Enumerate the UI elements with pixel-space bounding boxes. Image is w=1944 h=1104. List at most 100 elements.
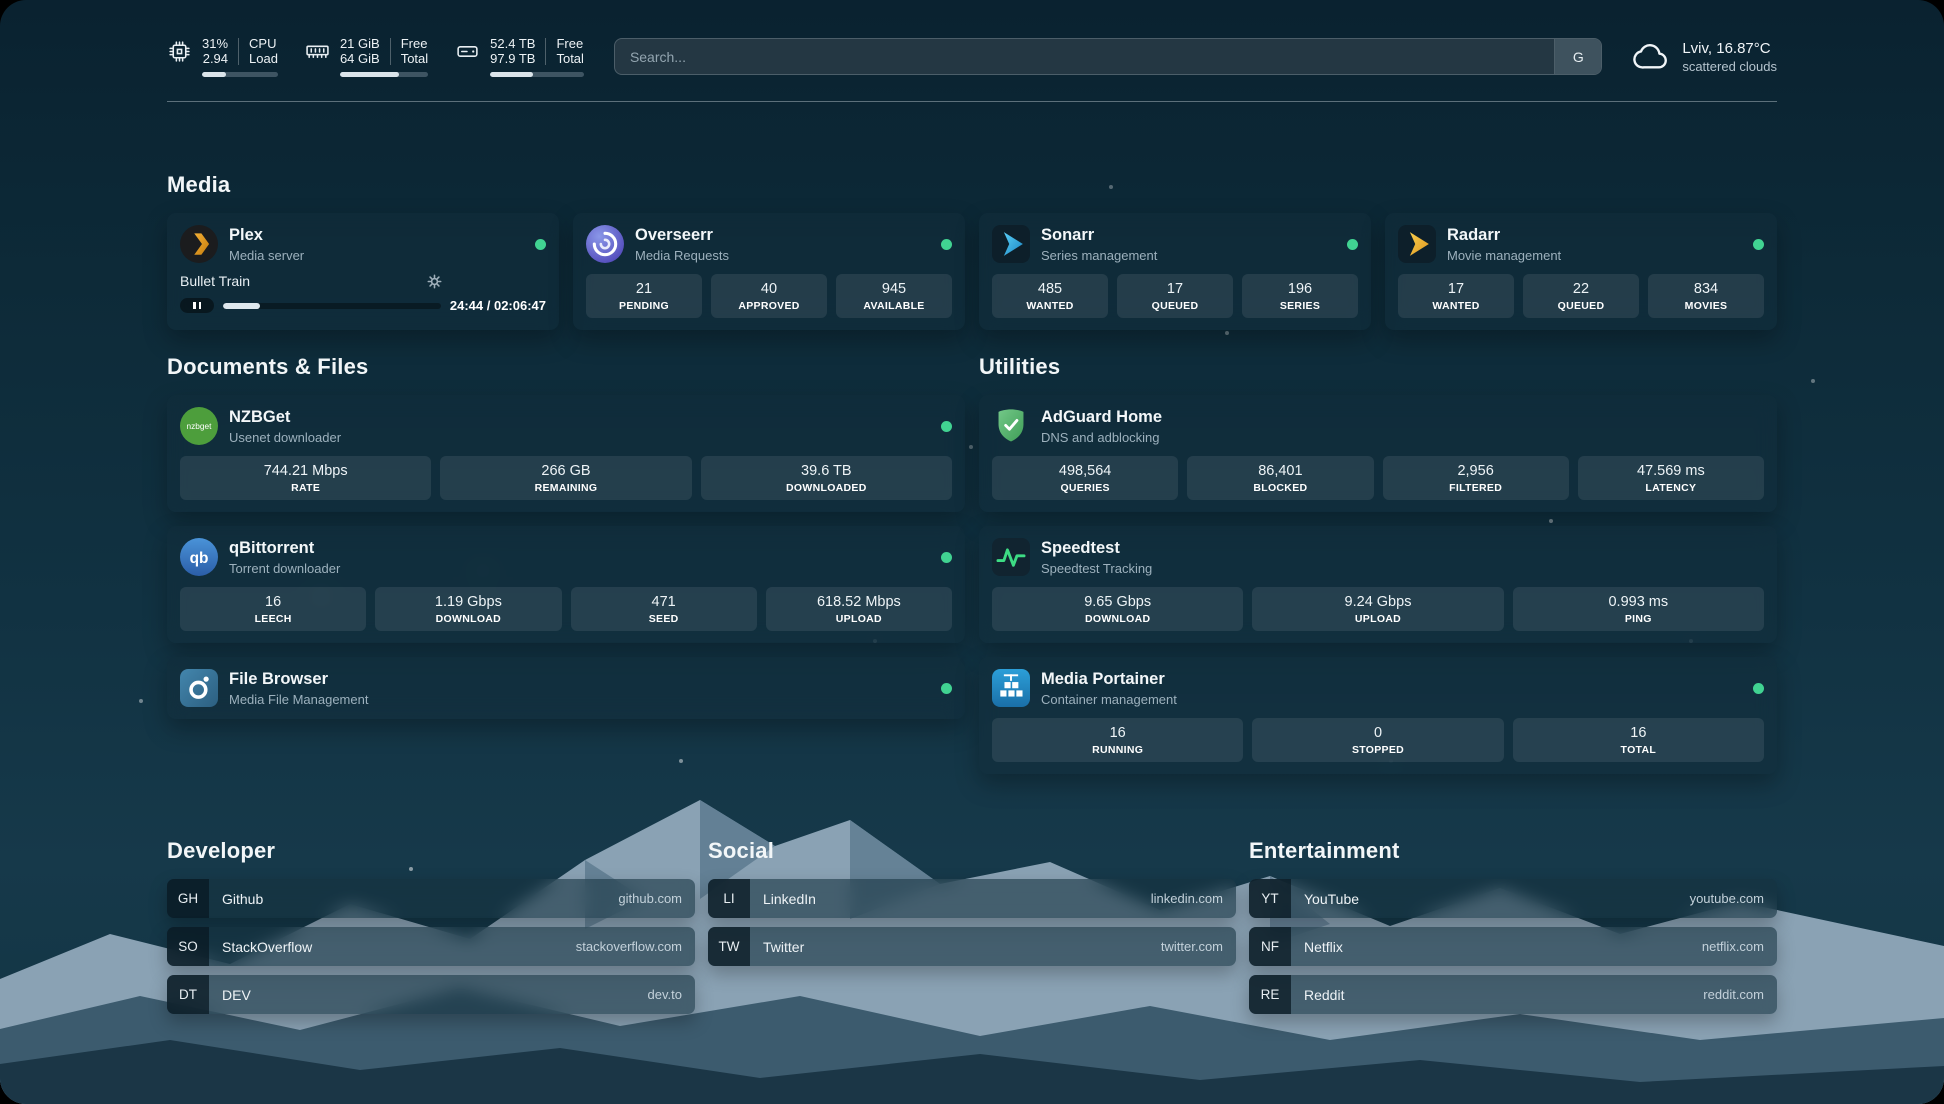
service-description: Media File Management: [229, 692, 368, 707]
top-bar: 31% 2.94 CPU Load: [167, 36, 1777, 77]
bookmark-url: netflix.com: [1689, 927, 1777, 966]
bookmark-twitter[interactable]: TW Twitter twitter.com: [708, 927, 1236, 966]
documents-section: Documents & Files nzbget: [167, 354, 965, 774]
sonarr-icon: [992, 225, 1030, 263]
stat-ping: 0.993 ms PING: [1513, 587, 1764, 631]
status-dot: [1347, 239, 1358, 250]
header-divider: [167, 101, 1777, 102]
overseerr-icon: [586, 225, 624, 263]
bookmark-abbr: NF: [1249, 927, 1291, 966]
stat-remaining: 266 GB REMAINING: [440, 456, 691, 500]
bookmark-group-social: Social LI LinkedIn linkedin.com TW Twitt…: [708, 838, 1236, 1014]
bookmark-dev[interactable]: DT DEV dev.to: [167, 975, 695, 1014]
bookmark-abbr: TW: [708, 927, 750, 966]
service-description: Usenet downloader: [229, 430, 341, 445]
stat-download: 1.19 Gbps DOWNLOAD: [375, 587, 561, 631]
bookmarks-section: Developer GH Github github.com SO StackO…: [167, 838, 1777, 1014]
service-description: Torrent downloader: [229, 561, 340, 576]
status-dot: [1753, 683, 1764, 694]
stat-upload: 9.24 Gbps UPLOAD: [1252, 587, 1503, 631]
bookmark-url: reddit.com: [1690, 975, 1777, 1014]
bookmark-stackoverflow[interactable]: SO StackOverflow stackoverflow.com: [167, 927, 695, 966]
filebrowser-icon: [180, 669, 218, 707]
disk-label-1: Free: [556, 36, 583, 51]
bookmark-url: dev.to: [635, 975, 695, 1014]
bookmark-url: youtube.com: [1677, 879, 1777, 918]
search-provider-button[interactable]: G: [1554, 39, 1601, 74]
stat-queued: 17 QUEUED: [1117, 274, 1233, 318]
stat-latency: 47.569 ms LATENCY: [1578, 456, 1764, 500]
stat-queued: 22 QUEUED: [1523, 274, 1639, 318]
stat-rate: 744.21 Mbps RATE: [180, 456, 431, 500]
stat-series: 196 SERIES: [1242, 274, 1358, 318]
service-description: Movie management: [1447, 248, 1561, 263]
section-title-utilities: Utilities: [979, 354, 1777, 380]
cloud-icon: [1632, 38, 1670, 76]
status-dot: [1753, 239, 1764, 250]
service-name: NZBGet: [229, 408, 341, 427]
plex-now-playing: Bullet Train: [180, 273, 546, 313]
qbittorrent-icon: qb: [180, 538, 218, 576]
disk-progress-bar: [490, 72, 584, 77]
service-card-speedtest[interactable]: Speedtest Speedtest Tracking 9.65 Gbps D…: [979, 526, 1777, 643]
disk-label-2: Total: [556, 51, 583, 66]
memory-free: 21 GiB: [340, 36, 380, 51]
bookmark-linkedin[interactable]: LI LinkedIn linkedin.com: [708, 879, 1236, 918]
status-dot: [535, 239, 546, 250]
cpu-icon: [167, 39, 192, 64]
weather-location: Lviv, 16.87°C: [1682, 40, 1777, 57]
portainer-icon: [992, 669, 1030, 707]
bookmark-github[interactable]: GH Github github.com: [167, 879, 695, 918]
cpu-percent: 31%: [202, 36, 228, 51]
bookmark-url: github.com: [605, 879, 695, 918]
bookmark-abbr: DT: [167, 975, 209, 1014]
service-card-filebrowser[interactable]: File Browser Media File Management: [167, 657, 965, 719]
service-card-plex[interactable]: Plex Media server Bullet Train: [167, 213, 559, 330]
search-input[interactable]: [615, 39, 1554, 74]
service-description: Media Requests: [635, 248, 729, 263]
bookmark-abbr: SO: [167, 927, 209, 966]
service-description: DNS and adblocking: [1041, 430, 1162, 445]
status-dot: [941, 552, 952, 563]
bookmark-name: DEV: [209, 975, 635, 1014]
stat-filtered: 2,956 FILTERED: [1383, 456, 1569, 500]
bookmark-name: YouTube: [1291, 879, 1677, 918]
service-card-radarr[interactable]: Radarr Movie management 17 WANTED 22 QUE…: [1385, 213, 1777, 330]
bookmark-reddit[interactable]: RE Reddit reddit.com: [1249, 975, 1777, 1014]
service-card-overseerr[interactable]: Overseerr Media Requests 21 PENDING 40 A…: [573, 213, 965, 330]
stat-running: 16 RUNNING: [992, 718, 1243, 762]
memory-total: 64 GiB: [340, 51, 380, 66]
stat-approved: 40 APPROVED: [711, 274, 827, 318]
cpu-label-1: CPU: [249, 36, 278, 51]
cpu-label-2: Load: [249, 51, 278, 66]
radarr-icon: [1398, 225, 1436, 263]
service-name: Overseerr: [635, 226, 729, 245]
bookmark-name: Netflix: [1291, 927, 1689, 966]
bookmark-youtube[interactable]: YT YouTube youtube.com: [1249, 879, 1777, 918]
service-description: Container management: [1041, 692, 1177, 707]
section-title-entertainment: Entertainment: [1249, 838, 1777, 864]
service-card-sonarr[interactable]: Sonarr Series management 485 WANTED 17 Q…: [979, 213, 1371, 330]
gear-icon[interactable]: [427, 274, 442, 289]
service-card-qbittorrent[interactable]: qb qBittorrent Torrent downloader: [167, 526, 965, 643]
bookmark-url: linkedin.com: [1138, 879, 1236, 918]
bookmark-url: stackoverflow.com: [563, 927, 695, 966]
service-card-portainer[interactable]: Media Portainer Container management 16 …: [979, 657, 1777, 774]
stat-movies: 834 MOVIES: [1648, 274, 1764, 318]
pause-icon[interactable]: [180, 298, 214, 313]
divider: [390, 38, 391, 65]
stat-download: 9.65 Gbps DOWNLOAD: [992, 587, 1243, 631]
memory-icon: [305, 39, 330, 64]
service-card-nzbget[interactable]: nzbget NZBGet Usenet downloader 74: [167, 395, 965, 512]
status-dot: [941, 239, 952, 250]
service-card-adguard[interactable]: AdGuard Home DNS and adblocking 498,564 …: [979, 395, 1777, 512]
bookmark-netflix[interactable]: NF Netflix netflix.com: [1249, 927, 1777, 966]
service-description: Speedtest Tracking: [1041, 561, 1152, 576]
utilities-section: Utilities: [979, 354, 1777, 774]
stat-available: 945 AVAILABLE: [836, 274, 952, 318]
service-name: qBittorrent: [229, 539, 340, 558]
speedtest-icon: [992, 538, 1030, 576]
service-name: Speedtest: [1041, 539, 1152, 558]
status-dot: [941, 421, 952, 432]
dashboard-window: 31% 2.94 CPU Load: [0, 0, 1944, 1104]
